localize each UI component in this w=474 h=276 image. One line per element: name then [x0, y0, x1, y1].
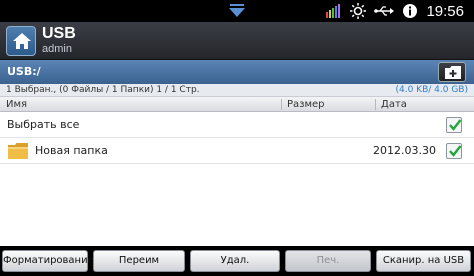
column-date[interactable]: Дата [381, 99, 407, 110]
usb-icon [374, 5, 395, 17]
format-button[interactable]: Форматирование [2, 250, 94, 272]
info-icon [402, 3, 418, 19]
select-all-checkbox[interactable] [446, 117, 462, 133]
column-divider [281, 99, 282, 110]
clock: 19:56 [426, 2, 464, 20]
home-button[interactable] [6, 26, 36, 56]
storage-info: (4.0 KB/ 4.0 GB) [395, 85, 469, 95]
column-name[interactable]: Имя [6, 99, 27, 110]
path-bar: USB:/ [0, 60, 474, 84]
print-button[interactable]: Печ. [285, 250, 371, 272]
table-row[interactable]: Новая папка 2012.03.30 [0, 138, 474, 164]
action-bar: Форматирование Переим Удал. Печ. Сканир.… [0, 246, 474, 276]
column-divider [375, 99, 376, 110]
scan-to-usb-button[interactable]: Сканир. на USB [376, 250, 471, 272]
folder-name: Новая папка [35, 144, 108, 157]
pull-down-tab-icon[interactable] [228, 4, 246, 20]
column-size[interactable]: Размер [287, 99, 325, 110]
status-bar: 19:56 [0, 0, 474, 22]
home-icon [13, 33, 31, 49]
folder-date: 2012.03.30 [373, 144, 436, 157]
signal-bars-icon [326, 4, 342, 18]
brightness-icon [350, 3, 367, 19]
column-header: Имя Размер Дата [0, 97, 474, 112]
current-path: USB:/ [7, 65, 41, 78]
folder-icon [8, 143, 28, 163]
new-folder-icon [445, 66, 461, 79]
select-all-row[interactable]: Выбрать все [0, 112, 474, 138]
info-bar: 1 Выбран., (0 Файлы / 1 Папки) 1 / 1 Стр… [0, 84, 474, 97]
file-browser: USB:/ 1 Выбран., (0 Файлы / 1 Папки) 1 /… [0, 60, 474, 246]
new-folder-button[interactable] [438, 62, 466, 82]
folder-checkbox[interactable] [446, 143, 462, 159]
app-title: USB [42, 25, 76, 42]
delete-button[interactable]: Удал. [190, 250, 280, 272]
select-all-label: Выбрать все [7, 118, 80, 131]
user-name: admin [42, 43, 72, 55]
selection-info: 1 Выбран., (0 Файлы / 1 Папки) 1 / 1 Стр… [6, 85, 200, 95]
title-bar: USB admin [0, 22, 474, 60]
checkmark-icon [449, 119, 462, 131]
rename-button[interactable]: Переим [93, 250, 185, 272]
checkmark-icon [449, 145, 462, 157]
